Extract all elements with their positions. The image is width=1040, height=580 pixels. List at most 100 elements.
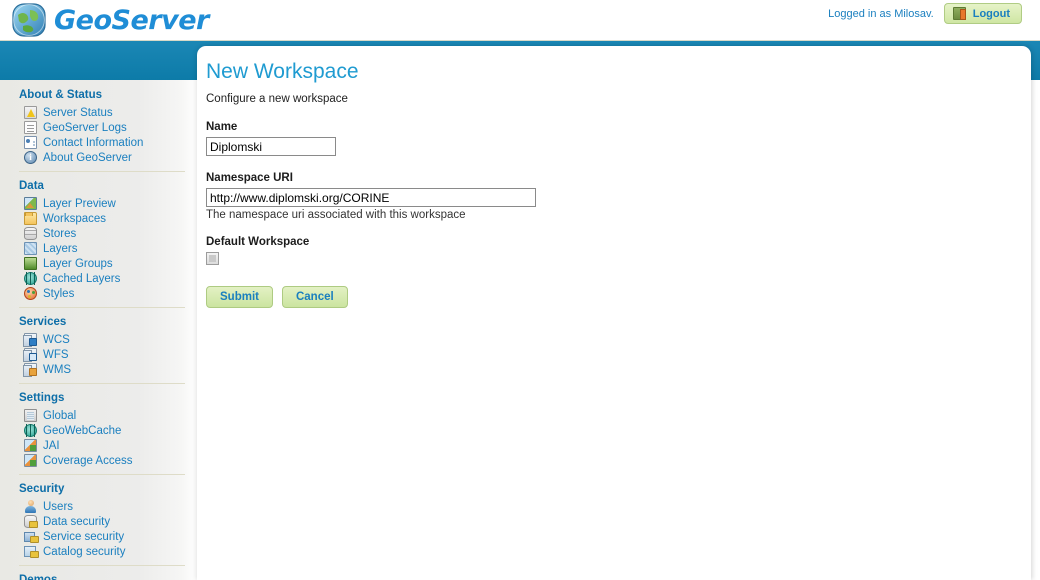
sidebar-heading-demos: Demos [19, 574, 58, 580]
sidebar-item-geoserver-logs[interactable]: GeoServer Logs [0, 120, 197, 135]
sidebar-item-wms[interactable]: WMS [0, 362, 197, 377]
sidebar-item-catalog-security[interactable]: Catalog security [0, 544, 197, 559]
sidebar-item-contact-information[interactable]: Contact Information [0, 135, 197, 150]
globe-cache-icon [24, 272, 37, 285]
form-button-row: Submit Cancel [206, 286, 1031, 308]
database-icon [24, 227, 37, 240]
sidebar-item-label: Layers [43, 242, 78, 255]
page-title: New Workspace [206, 60, 359, 83]
service-wms-icon [23, 363, 37, 377]
name-field-label: Name [206, 121, 238, 133]
sidebar-item-label: Stores [43, 227, 77, 240]
sidebar-item-label: GeoServer Logs [43, 121, 127, 134]
sidebar-item-label: Cached Layers [43, 272, 121, 285]
sidebar-item-label: Workspaces [43, 212, 107, 225]
logout-door-icon [952, 7, 966, 20]
layer-groups-icon [24, 257, 37, 270]
sidebar-item-layers[interactable]: Layers [0, 241, 197, 256]
sidebar-heading-services: Services [19, 316, 67, 328]
service-key-icon [24, 530, 39, 543]
sidebar-item-label: Catalog security [43, 545, 126, 558]
sidebar-item-coverage-access[interactable]: Coverage Access [0, 453, 197, 468]
database-key-icon [24, 515, 38, 528]
login-area: Logged in as Milosav. Logout [828, 3, 1022, 24]
sidebar-item-label: Coverage Access [43, 454, 133, 467]
sidebar-item-geowebcache[interactable]: GeoWebCache [0, 423, 197, 438]
default-workspace-checkbox[interactable] [206, 252, 219, 265]
coverage-access-icon [24, 454, 37, 467]
sidebar-item-wcs[interactable]: WCS [0, 332, 197, 347]
sidebar-item-label: JAI [43, 439, 60, 452]
sidebar-item-label: WCS [43, 333, 70, 346]
global-settings-icon [24, 409, 37, 422]
sidebar-section-data: Data Layer Preview Workspaces Stores Lay… [0, 177, 197, 301]
sidebar-item-label: Users [43, 500, 74, 513]
sidebar-item-jai[interactable]: JAI [0, 438, 197, 453]
sidebar-section-demos: Demos [0, 571, 197, 580]
sidebar-heading-security: Security [19, 483, 65, 495]
sidebar-item-label: About GeoServer [43, 151, 132, 164]
layer-preview-icon [24, 197, 37, 210]
sidebar-item-label: Server Status [43, 106, 113, 119]
sidebar-item-about-geoserver[interactable]: About GeoServer [0, 150, 197, 165]
user-icon [24, 500, 37, 513]
info-icon [24, 150, 37, 164]
sidebar-item-label: WFS [43, 348, 69, 361]
sidebar-heading-settings: Settings [19, 392, 65, 404]
logged-in-status: Logged in as Milosav. [828, 7, 934, 20]
sidebar-item-server-status[interactable]: Server Status [0, 105, 197, 120]
logout-button-label: Logout [972, 7, 1010, 20]
sidebar-divider [19, 474, 185, 475]
sidebar-item-label: Styles [43, 287, 75, 300]
brand-logo[interactable]: GeoServer [10, 1, 209, 39]
sidebar-item-layer-preview[interactable]: Layer Preview [0, 196, 197, 211]
contact-card-icon [24, 136, 37, 149]
sidebar-item-layer-groups[interactable]: Layer Groups [0, 256, 197, 271]
sidebar-item-global[interactable]: Global [0, 408, 197, 423]
sidebar-item-styles[interactable]: Styles [0, 286, 197, 301]
sidebar-section-security: Security Users Data security Service sec… [0, 480, 197, 559]
sidebar-item-data-security[interactable]: Data security [0, 514, 197, 529]
page-subtitle: Configure a new workspace [206, 93, 348, 105]
sidebar-item-workspaces[interactable]: Workspaces [0, 211, 197, 226]
cancel-button[interactable]: Cancel [281, 286, 348, 308]
submit-button[interactable]: Submit [206, 286, 273, 308]
sidebar-item-label: Global [43, 409, 77, 422]
new-workspace-form: Name Namespace URI The namespace uri ass… [206, 121, 1031, 308]
sidebar-item-wfs[interactable]: WFS [0, 347, 197, 362]
name-input[interactable] [206, 137, 336, 156]
sidebar-divider [19, 307, 185, 308]
logout-button[interactable]: Logout [943, 3, 1022, 24]
palette-icon [24, 287, 37, 300]
sidebar-item-label: Data security [43, 515, 111, 528]
sidebar-divider [19, 565, 185, 566]
jai-icon [24, 439, 37, 452]
folder-icon [24, 212, 37, 225]
sidebar-item-stores[interactable]: Stores [0, 226, 197, 241]
sidebar-item-users[interactable]: Users [0, 499, 197, 514]
brand-name: GeoServer [54, 4, 209, 36]
sidebar-item-cached-layers[interactable]: Cached Layers [0, 271, 197, 286]
logs-icon [24, 121, 37, 134]
sidebar-item-label: GeoWebCache [43, 424, 122, 437]
server-status-icon [24, 106, 37, 119]
main-content-panel: New Workspace Configure a new workspace … [197, 46, 1031, 580]
sidebar-item-label: Layer Groups [43, 257, 113, 270]
sidebar-item-label: Service security [43, 530, 125, 543]
sidebar-section-services: Services WCS WFS WMS [0, 313, 197, 377]
geowebcache-icon [24, 424, 37, 437]
sidebar-nav: About & Status Server Status GeoServer L… [0, 80, 197, 580]
namespace-uri-input[interactable] [206, 188, 536, 207]
globe-icon [10, 1, 48, 39]
sidebar-divider [19, 383, 185, 384]
sidebar-divider [19, 171, 185, 172]
sidebar-item-service-security[interactable]: Service security [0, 529, 197, 544]
geoserver-admin-page: GeoServer Logged in as Milosav. Logout A… [0, 0, 1040, 580]
sidebar-item-label: Contact Information [43, 136, 144, 149]
page-header: GeoServer Logged in as Milosav. Logout [0, 0, 1040, 41]
service-wcs-icon [23, 333, 37, 347]
sidebar-item-label: Layer Preview [43, 197, 116, 210]
default-workspace-row [206, 252, 1031, 270]
sidebar-section-about-status: About & Status Server Status GeoServer L… [0, 86, 197, 165]
namespace-uri-field-label: Namespace URI [206, 172, 293, 184]
